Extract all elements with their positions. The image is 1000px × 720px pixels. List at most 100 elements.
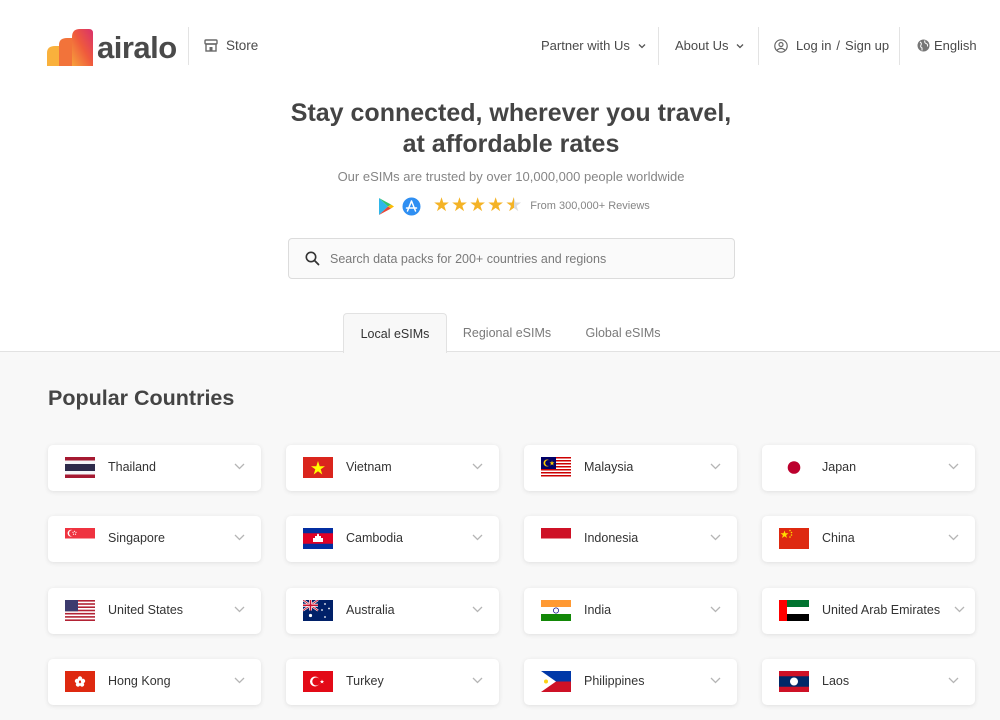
nav-divider [658,27,659,65]
country-card-japan[interactable]: Japan [762,445,975,491]
chevron-down-icon [948,534,959,541]
hero-title: Stay connected, wherever you travel, at … [0,98,1000,160]
hero-title-line-2: at affordable rates [402,130,620,158]
chevron-down-icon [954,606,965,613]
store-label: Store [226,38,259,53]
partner-menu-label: Partner with Us [541,38,630,53]
country-card-cambodia[interactable]: Cambodia [286,516,499,562]
about-menu-label: About Us [675,38,729,53]
section-title: Popular Countries [48,386,235,410]
nav-divider [758,27,759,65]
airalo-logo-mark [47,28,93,66]
reviews-count: From 300,000+ Reviews [530,200,650,212]
nav-divider [899,27,900,65]
country-name: Hong Kong [108,674,171,688]
country-name: Japan [822,460,857,474]
site-header: airalo Store Partner with Us About Us Lo… [0,0,1000,94]
chevron-down-icon [234,463,245,470]
malaysia-flag-icon [541,457,571,478]
singapore-flag-icon [65,528,95,549]
tab-local-esims[interactable]: Local eSIMs [343,313,447,353]
chevron-down-icon [472,463,483,470]
chevron-down-icon [710,677,721,684]
philippines-flag-icon [541,671,571,692]
country-card-australia[interactable]: Australia [286,588,499,634]
chevron-down-icon [234,606,245,613]
chevron-down-icon [638,43,646,48]
country-name: Philippines [584,674,645,688]
country-card-china[interactable]: China [762,516,975,562]
country-card-singapore[interactable]: Singapore [48,516,261,562]
chevron-down-icon [737,43,744,48]
app-store-icon[interactable] [402,197,421,216]
store-link[interactable]: Store [204,38,258,53]
about-menu[interactable]: About Us [675,38,744,53]
country-card-malaysia[interactable]: Malaysia [524,445,737,491]
hong-kong-flag-icon [65,671,95,692]
cambodia-flag-icon [303,528,333,549]
country-name: China [822,531,855,545]
chevron-down-icon [948,677,959,684]
china-flag-icon [779,528,809,549]
chevron-down-icon [472,677,483,684]
chevron-down-icon [234,534,245,541]
india-flag-icon [541,600,571,621]
country-card-vietnam[interactable]: Vietnam [286,445,499,491]
country-card-philippines[interactable]: Philippines [524,659,737,705]
star-icon: ★ [469,195,487,216]
country-card-hong-kong[interactable]: Hong Kong [48,659,261,705]
partner-menu[interactable]: Partner with Us [541,38,646,53]
brand-name: airalo [97,29,177,65]
country-name: Laos [822,674,850,688]
united-states-flag-icon [65,600,95,621]
search-icon [305,251,320,266]
chevron-down-icon [472,606,483,613]
country-card-united-arab-emirates[interactable]: United Arab Emirates [762,588,975,634]
country-name: Indonesia [584,531,639,545]
vietnam-flag-icon [303,457,333,478]
star-icon: ★ [451,195,469,216]
country-card-laos[interactable]: Laos [762,659,975,705]
login-link[interactable]: Log in [796,38,831,53]
united-arab-emirates-flag-icon [779,600,809,621]
australia-flag-icon [303,600,333,621]
country-name: United States [108,603,184,617]
user-circle-icon [774,38,788,53]
language-selector[interactable]: English [917,38,977,53]
country-name: Malaysia [584,460,634,474]
chevron-down-icon [710,606,721,613]
country-card-indonesia[interactable]: Indonesia [524,516,737,562]
chevron-down-icon [710,534,721,541]
country-card-thailand[interactable]: Thailand [48,445,261,491]
hero-subtitle: Our eSIMs are trusted by over 10,000,000… [337,169,685,184]
search-box[interactable] [288,238,735,279]
country-card-united-states[interactable]: United States [48,588,261,634]
country-name: Vietnam [346,460,392,474]
chevron-down-icon [710,463,721,470]
popular-countries-section: Popular Countries Thailand Vietnam Malay… [0,352,1000,720]
chevron-down-icon [948,463,959,470]
signup-link[interactable]: Sign up [845,38,889,53]
search-input[interactable] [330,251,710,266]
language-label: English [934,38,977,53]
airalo-logo[interactable]: airalo [47,28,177,66]
japan-flag-icon [779,457,809,478]
google-play-icon[interactable] [378,197,395,216]
country-name: Thailand [108,460,156,474]
ratings-row: ★ ★ ★ ★ ★ ★ From 300,000+ Reviews [378,195,650,217]
chevron-down-icon [234,677,245,684]
country-card-turkey[interactable]: Turkey [286,659,499,705]
hero-title-line-1: Stay connected, wherever you travel, [290,99,732,127]
country-name: India [584,603,612,617]
country-name: Singapore [108,531,165,545]
country-name: United Arab Emirates [822,603,941,617]
star-icon: ★ [433,195,451,216]
storefront-icon [204,39,218,52]
laos-flag-icon [779,671,809,692]
tab-global-esims[interactable]: Global eSIMs [571,313,675,352]
turkey-flag-icon [303,671,333,692]
country-card-india[interactable]: India [524,588,737,634]
globe-icon [917,39,930,52]
tab-regional-esims[interactable]: Regional eSIMs [452,313,562,352]
chevron-down-icon [472,534,483,541]
